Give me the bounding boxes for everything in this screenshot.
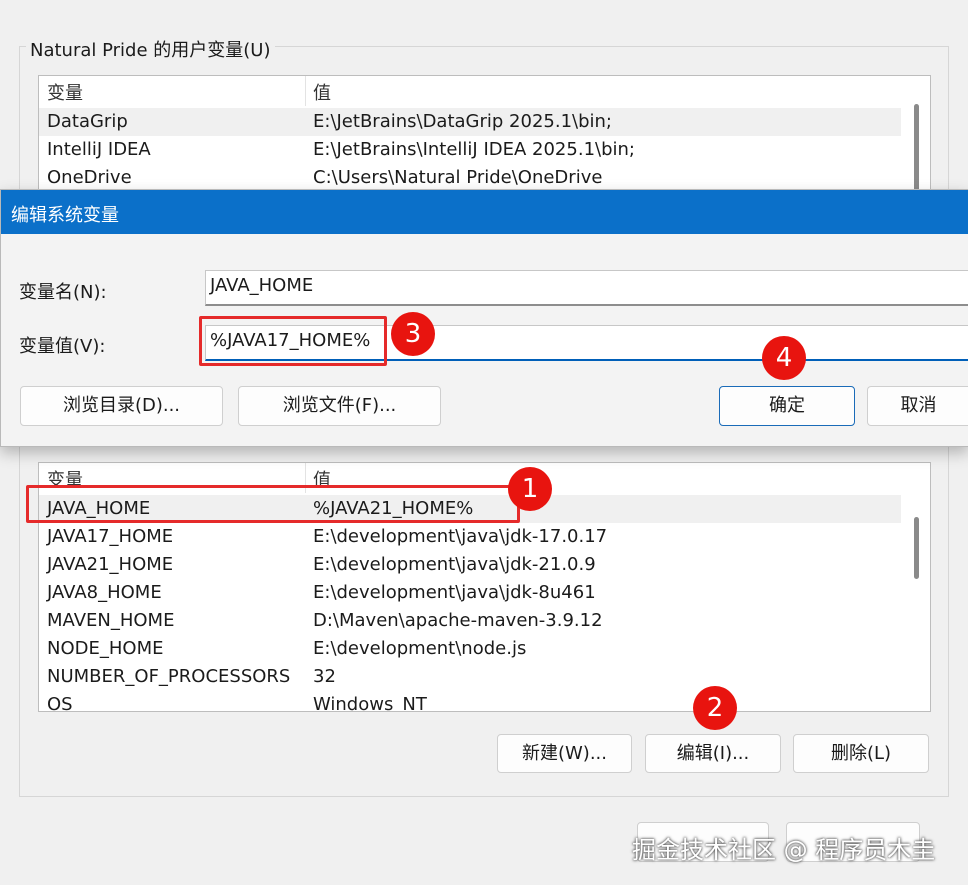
annotation-badge-1: 1 [508, 467, 552, 511]
new-button[interactable]: 新建(W)... [497, 734, 632, 773]
browse-directory-button[interactable]: 浏览目录(D)... [20, 386, 223, 426]
list-row[interactable]: JAVA8_HOME E:\development\java\jdk-8u461 [39, 579, 901, 607]
row-value: D:\Maven\apache-maven-3.9.12 [313, 610, 603, 631]
cancel-button[interactable]: 取消 [867, 386, 968, 426]
row-name: MAVEN_HOME [47, 610, 175, 631]
edit-system-variable-dialog: 编辑系统变量 变量名(N): JAVA_HOME 变量值(V): %JAVA17… [0, 189, 968, 447]
list-row[interactable]: NUMBER_OF_PROCESSORS 32 [39, 663, 901, 691]
annotation-badge-4: 4 [762, 336, 806, 380]
variable-value-label: 变量值(V): [19, 336, 106, 357]
row-value: E:\JetBrains\IntelliJ IDEA 2025.1\bin; [313, 139, 635, 160]
row-value: E:\development\node.js [313, 638, 527, 659]
row-value: C:\Users\Natural Pride\OneDrive [313, 167, 603, 188]
dialog-titlebar[interactable] [1, 190, 968, 234]
row-value: E:\JetBrains\DataGrip 2025.1\bin; [313, 111, 612, 132]
watermark-text: 掘金技术社区 @ 程序员木圭 [632, 836, 936, 864]
row-name: NODE_HOME [47, 638, 164, 659]
list-row[interactable]: JAVA21_HOME E:\development\java\jdk-21.0… [39, 551, 901, 579]
header-value[interactable]: 值 [313, 80, 331, 108]
row-name: OneDrive [47, 167, 132, 188]
row-value: 32 [313, 666, 336, 687]
variable-name-input[interactable]: JAVA_HOME [205, 270, 968, 306]
list-row[interactable]: DataGrip E:\JetBrains\DataGrip 2025.1\bi… [39, 108, 901, 136]
annotation-badge-2: 2 [693, 686, 737, 730]
row-name: NUMBER_OF_PROCESSORS [47, 666, 291, 687]
list-row[interactable]: OS Windows_NT [39, 691, 901, 712]
highlight-variable-value [199, 316, 387, 366]
row-value: E:\development\java\jdk-8u461 [313, 582, 596, 603]
variable-name-label: 变量名(N): [19, 282, 107, 303]
list-header: 变量 值 [39, 80, 901, 108]
scrollbar-thumb[interactable] [914, 517, 919, 579]
ok-button[interactable]: 确定 [719, 386, 855, 426]
row-name: JAVA21_HOME [47, 554, 174, 575]
dialog-title: 编辑系统变量 [11, 205, 119, 226]
row-value: Windows_NT [313, 694, 427, 712]
row-name: DataGrip [47, 111, 128, 132]
row-name: JAVA17_HOME [47, 526, 174, 547]
scrollbar-thumb[interactable] [914, 104, 919, 192]
list-row[interactable]: IntelliJ IDEA E:\JetBrains\IntelliJ IDEA… [39, 136, 901, 164]
row-name: JAVA8_HOME [47, 582, 162, 603]
browse-file-button[interactable]: 浏览文件(F)... [238, 386, 441, 426]
list-row[interactable]: MAVEN_HOME D:\Maven\apache-maven-3.9.12 [39, 607, 901, 635]
row-value: E:\development\java\jdk-21.0.9 [313, 554, 596, 575]
user-variables-list[interactable]: 变量 值 DataGrip E:\JetBrains\DataGrip 2025… [38, 75, 931, 195]
highlight-java-home-row [26, 485, 520, 523]
edit-button[interactable]: 编辑(I)... [645, 734, 781, 773]
row-name: OS [47, 694, 73, 712]
list-row[interactable]: OneDrive C:\Users\Natural Pride\OneDrive [39, 164, 901, 192]
annotation-badge-3: 3 [391, 312, 435, 356]
delete-button[interactable]: 删除(L) [793, 734, 929, 773]
list-row[interactable]: NODE_HOME E:\development\node.js [39, 635, 901, 663]
header-variable[interactable]: 变量 [47, 80, 83, 108]
row-value: E:\development\java\jdk-17.0.17 [313, 526, 608, 547]
list-row[interactable]: JAVA17_HOME E:\development\java\jdk-17.0… [39, 523, 901, 551]
row-name: IntelliJ IDEA [47, 139, 151, 160]
user-variables-title: Natural Pride 的用户变量(U) [26, 36, 275, 62]
